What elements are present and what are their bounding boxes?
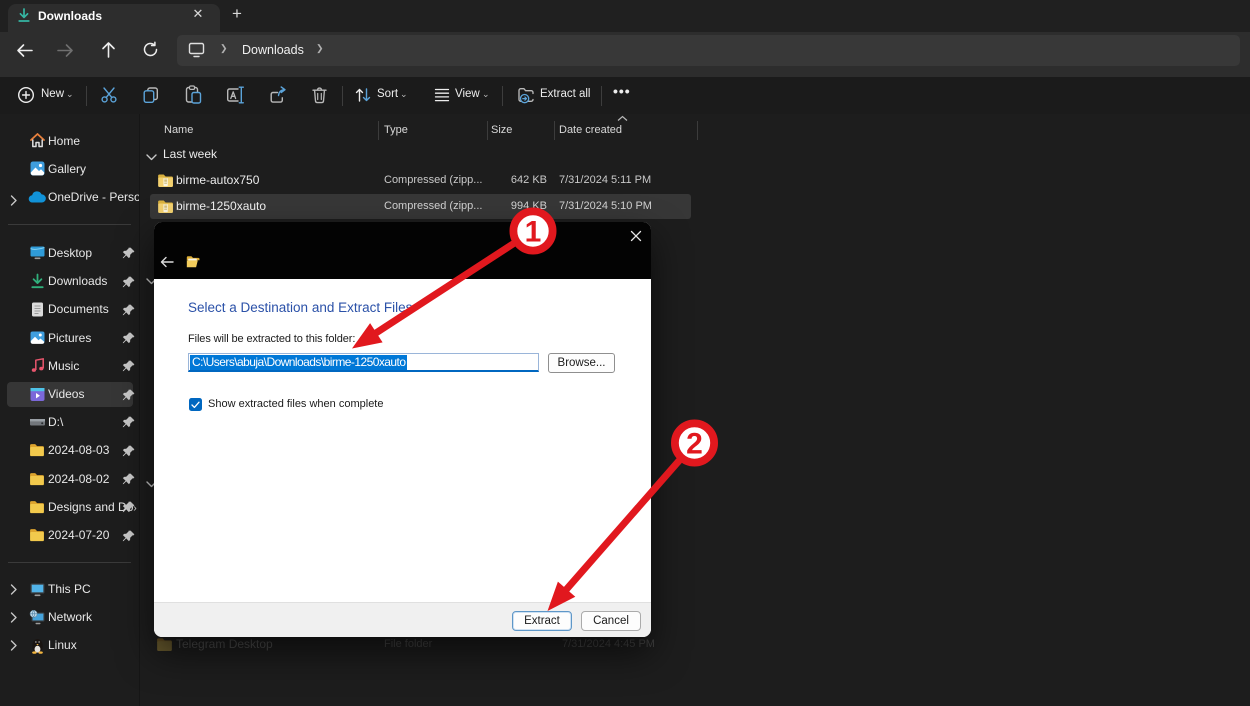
svg-text:2: 2 — [686, 428, 703, 461]
svg-text:1: 1 — [525, 216, 542, 249]
